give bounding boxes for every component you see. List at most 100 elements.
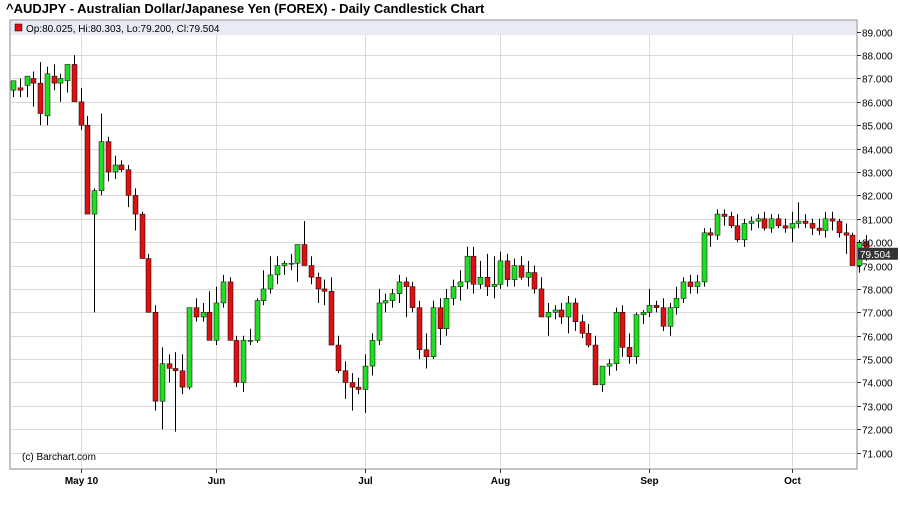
- candle-body-down: [335, 344, 342, 372]
- candle-body-down: [17, 87, 24, 91]
- candle-body-up: [91, 190, 98, 215]
- y-tick-label: 79.000: [862, 263, 893, 274]
- candle-body-up: [755, 218, 762, 222]
- candle: [613, 307, 620, 371]
- y-tick-label: 86.000: [862, 99, 893, 110]
- candle-body-down: [233, 340, 240, 383]
- candle-body-down: [125, 169, 132, 196]
- candle-body-up: [768, 218, 775, 229]
- candle-body-up: [186, 307, 193, 388]
- candle-body-up: [789, 223, 796, 229]
- candle-body-up: [477, 276, 484, 285]
- candle-body-up: [389, 293, 396, 301]
- candle-body-down: [166, 363, 173, 369]
- y-tick-label: 87.000: [862, 75, 893, 86]
- candle-body-down: [355, 386, 362, 390]
- candle-body-down: [423, 349, 430, 357]
- candle-body-down: [179, 370, 186, 388]
- candle-body-up: [98, 141, 105, 191]
- y-tick-label: 74.000: [862, 379, 893, 390]
- y-tick-label: 72.000: [862, 426, 893, 437]
- plot-background: [9, 19, 858, 470]
- candle: [254, 298, 261, 343]
- candle-body-down: [782, 225, 789, 229]
- candle-body-down: [403, 281, 410, 287]
- y-tick-label: 78.000: [862, 286, 893, 297]
- candle-body-down: [118, 164, 125, 170]
- candle-body-down: [132, 195, 139, 215]
- candle-body-up: [464, 255, 471, 283]
- candle-body-up: [701, 232, 708, 283]
- y-tick-label: 89.000: [862, 29, 893, 40]
- candle-body-down: [619, 312, 626, 348]
- candle-body-up: [741, 223, 748, 241]
- candle: [84, 115, 91, 215]
- candle-body-down: [531, 272, 538, 290]
- candle-body-up: [640, 312, 647, 315]
- candle: [186, 307, 193, 390]
- candle: [701, 228, 708, 287]
- candle-body-down: [558, 309, 565, 318]
- candle-body-down: [484, 276, 491, 287]
- candle-body-up: [294, 244, 301, 264]
- candle-body-down: [437, 307, 444, 329]
- candle-body-down: [342, 370, 349, 383]
- candle-body-up: [457, 281, 464, 287]
- candle-body-up: [247, 340, 254, 342]
- y-tick-label: 85.000: [862, 122, 893, 133]
- candle-body-down: [349, 382, 356, 388]
- candle-body-down: [802, 220, 809, 224]
- candle-body-down: [728, 216, 735, 227]
- candle-body-down: [145, 258, 152, 313]
- candle-body-up: [822, 218, 829, 231]
- candle-body-up: [680, 281, 687, 299]
- candle-body-up: [599, 365, 606, 386]
- x-tick-label: Jun: [208, 476, 226, 487]
- candle-body-up: [24, 75, 31, 86]
- candle-body-down: [51, 75, 58, 84]
- candle-body-up: [362, 365, 369, 390]
- candle: [849, 232, 856, 266]
- candle-body-down: [84, 124, 91, 215]
- candle-body-down: [470, 255, 477, 285]
- candle-body-up: [545, 312, 552, 318]
- ohlc-legend-swatch: [14, 23, 23, 32]
- y-tick-label: 75.000: [862, 356, 893, 367]
- candle-body-down: [775, 218, 782, 227]
- candle-body-down: [836, 220, 843, 234]
- candle-body-up: [673, 298, 680, 308]
- candle-body-down: [721, 213, 728, 217]
- candle-body-down: [816, 227, 823, 231]
- candle-body-down: [78, 101, 85, 126]
- x-tick-label: Oct: [784, 476, 801, 487]
- y-tick-label: 71.000: [862, 450, 893, 461]
- x-tick-label: Jul: [358, 476, 373, 487]
- barchart-credit: (c) Barchart.com: [22, 452, 96, 463]
- candle-body-up: [646, 305, 653, 313]
- candle: [430, 300, 437, 360]
- candle-body-down: [206, 312, 213, 341]
- candle-body-up: [694, 281, 701, 287]
- candle: [233, 335, 240, 388]
- candle-body-down: [30, 78, 37, 84]
- last-price-label: 79.504: [860, 250, 891, 261]
- candle-body-down: [579, 321, 586, 334]
- candle-body-up: [525, 272, 532, 278]
- candle-body-up: [274, 265, 281, 276]
- candle-body-down: [538, 288, 545, 318]
- candle-body-down: [301, 244, 308, 266]
- candle-body-up: [606, 363, 613, 367]
- candle-body-down: [409, 286, 416, 308]
- candle-body-down: [172, 368, 179, 372]
- candle: [227, 277, 234, 341]
- candle-body-down: [504, 260, 511, 280]
- candle-body-down: [572, 302, 579, 322]
- candle-body-down: [653, 305, 660, 308]
- candle-body-down: [308, 265, 315, 278]
- candle-body-up: [511, 265, 518, 280]
- y-tick-label: 73.000: [862, 403, 893, 414]
- candle-body-down: [416, 307, 423, 350]
- candle-body-up: [613, 312, 620, 365]
- candle-body-down: [829, 218, 836, 222]
- y-tick-label: 83.000: [862, 169, 893, 180]
